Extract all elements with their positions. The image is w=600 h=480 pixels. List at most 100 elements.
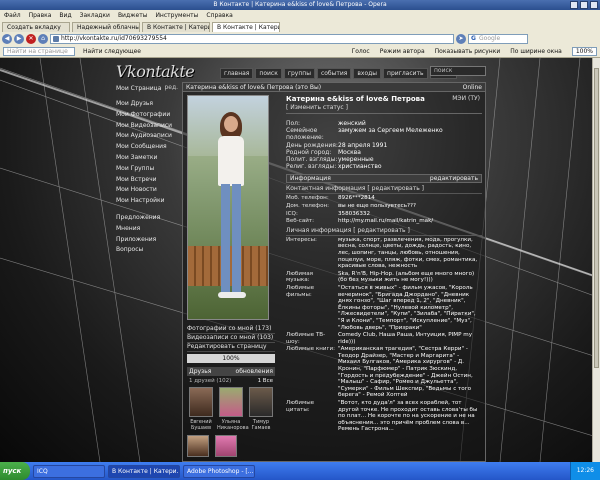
menu-events[interactable]: Мои Встречи bbox=[116, 175, 180, 186]
menu-help[interactable]: Справка bbox=[206, 12, 232, 19]
vk-logo[interactable]: Vkontakte bbox=[116, 62, 195, 81]
contact-row: Дом. телефон: вы не еще пользуетесь??? bbox=[286, 203, 482, 210]
menu-friends[interactable]: Мои Друзья bbox=[116, 99, 180, 110]
friend-avatar[interactable] bbox=[187, 435, 209, 457]
menu-photos[interactable]: Мои Фотографии bbox=[116, 110, 180, 121]
friend-avatar[interactable] bbox=[215, 435, 237, 457]
profile-photo[interactable] bbox=[187, 95, 269, 320]
website-link[interactable]: http://my.mail.ru/mail/katrin_mak/ bbox=[338, 218, 482, 225]
menu-tools[interactable]: Инструменты bbox=[155, 12, 198, 19]
menu-edit-link[interactable]: ред. bbox=[164, 84, 178, 91]
information-edit-link[interactable]: редактировать bbox=[430, 175, 478, 182]
nav-home[interactable]: главная bbox=[220, 68, 254, 79]
edit-page-link[interactable]: Редактировать страницу bbox=[187, 343, 275, 352]
maximize-button[interactable] bbox=[580, 1, 588, 9]
personal-key: Любимые ТВ-шоу: bbox=[286, 332, 326, 345]
menu-questions[interactable]: Вопросы bbox=[116, 245, 180, 256]
photos-with-me-link[interactable]: Фотографии со мной (173) bbox=[187, 325, 275, 334]
find-next-button[interactable]: Найти следующее bbox=[83, 48, 141, 55]
friend-name[interactable]: Ульяна Никанорова bbox=[217, 419, 249, 431]
menu-news[interactable]: Мои Новости bbox=[116, 185, 180, 196]
minimize-button[interactable] bbox=[570, 1, 578, 9]
menu-file[interactable]: Файл bbox=[4, 12, 21, 19]
close-button[interactable] bbox=[590, 1, 598, 9]
menu-my-page[interactable]: Мои Страница ред. bbox=[116, 84, 180, 93]
menu-edit[interactable]: Правка bbox=[29, 12, 52, 19]
info-row: Родной город: Москва bbox=[286, 149, 482, 156]
personal-value[interactable]: музыка, спорт, развлечения, мода, прогул… bbox=[338, 237, 482, 270]
task-icq[interactable]: ICQ bbox=[33, 464, 105, 478]
menu-videos[interactable]: Мои Видеозаписи bbox=[116, 121, 180, 132]
friend-avatar[interactable] bbox=[189, 387, 213, 417]
personal-value[interactable]: "Американская трагедия", "Сестра Керри" … bbox=[338, 346, 482, 399]
menu-settings[interactable]: Мои Настройки bbox=[116, 196, 180, 207]
menu-notes[interactable]: Мои Заметки bbox=[116, 153, 180, 164]
personal-value[interactable]: Ska, R'n'B, Hip-Hop. (альбом еще много м… bbox=[338, 271, 482, 284]
start-button[interactable]: пуск bbox=[0, 462, 30, 480]
videos-with-me-link[interactable]: Видеозаписи со мной (103) bbox=[187, 334, 275, 343]
friend-card[interactable]: Ульяна Никанорова bbox=[217, 387, 249, 431]
nav-search[interactable]: поиск bbox=[255, 68, 282, 79]
tab-cloud[interactable]: Надежный облачный... bbox=[72, 22, 140, 32]
menu-apps[interactable]: Приложения bbox=[116, 235, 180, 246]
vk-search-input[interactable]: поиск bbox=[430, 66, 486, 76]
friends-updates-link[interactable]: обновления bbox=[236, 367, 273, 376]
zoom-select[interactable]: 100% bbox=[571, 47, 597, 56]
info-value[interactable]: Москва bbox=[338, 149, 482, 156]
tab-new[interactable]: Создать вкладку bbox=[2, 22, 70, 32]
change-status-link[interactable]: [ Изменить статус ] bbox=[286, 104, 482, 114]
stop-button[interactable]: ✕ bbox=[26, 34, 36, 44]
url-input[interactable]: http://vkontakte.ru/id70693279554 bbox=[50, 34, 454, 44]
forward-button[interactable]: ▶ bbox=[14, 34, 24, 44]
friend-name[interactable]: Евгений Бушаев bbox=[190, 419, 212, 431]
info-value[interactable]: 28 апреля 1991 bbox=[338, 142, 482, 149]
scrollbar-thumb[interactable] bbox=[594, 68, 599, 368]
search-input[interactable]: Google bbox=[468, 34, 528, 44]
find-in-page-input[interactable]: Найти на странице bbox=[3, 47, 75, 56]
info-value[interactable]: замужем за Сергеем Мележенко bbox=[338, 127, 482, 141]
nav-invite[interactable]: пригласить bbox=[383, 68, 428, 79]
info-row: Пол: женский bbox=[286, 120, 482, 127]
friend-card[interactable]: Евгений Бушаев bbox=[187, 387, 215, 431]
nav-events[interactable]: события bbox=[316, 68, 352, 79]
info-value[interactable]: христианство bbox=[338, 163, 482, 170]
tab-vk-1[interactable]: В Контакте | Катерина... bbox=[142, 22, 210, 32]
menu-view[interactable]: Вид bbox=[59, 12, 71, 19]
task-photoshop[interactable]: Adobe Photoshop - [... bbox=[183, 464, 255, 478]
friend-avatar[interactable] bbox=[219, 387, 243, 417]
nav-entries[interactable]: входы bbox=[353, 68, 382, 79]
personal-value[interactable]: "Остаться в живых" - фильм ужасов, "Коро… bbox=[338, 285, 482, 331]
friend-name[interactable]: Тимур Гамаев bbox=[252, 419, 271, 431]
home-button[interactable]: ⌂ bbox=[38, 34, 48, 44]
task-opera[interactable]: В Контакте | Катери... bbox=[108, 464, 180, 478]
menu-groups[interactable]: Мои Группы bbox=[116, 164, 180, 175]
fit-width-button[interactable]: По ширине окна bbox=[510, 48, 562, 55]
menu-offers[interactable]: Предложения bbox=[116, 213, 180, 224]
back-button[interactable]: ◀ bbox=[2, 34, 12, 44]
personal-edit-link[interactable]: [ редактировать ] bbox=[353, 227, 410, 234]
contact-edit-link[interactable]: [ редактировать ] bbox=[367, 185, 424, 192]
menu-widgets[interactable]: Виджеты bbox=[118, 12, 148, 19]
show-images-button[interactable]: Показывать рисунки bbox=[435, 48, 501, 55]
menu-audio[interactable]: Мои Аудиозаписи bbox=[116, 131, 180, 142]
page-viewport: Vkontakte главная поиск группы события в… bbox=[0, 58, 600, 462]
tab-vk-2[interactable]: В Контакте | Катерина e... bbox=[212, 22, 280, 32]
personal-value[interactable]: "Вотот, кто дуда'л" за всех кораблей, то… bbox=[338, 400, 482, 433]
nav-groups[interactable]: группы bbox=[283, 68, 315, 79]
personal-value[interactable]: Comedy Club, Наша Раша, Интуиция, PIMP m… bbox=[338, 332, 482, 345]
friends-subheader: 1 друзей (102) 1 Все bbox=[187, 377, 275, 385]
author-mode-button[interactable]: Режим автора bbox=[380, 48, 425, 55]
friend-card[interactable]: Тимур Гамаев bbox=[247, 387, 275, 431]
menu-opinions[interactable]: Мнения bbox=[116, 224, 180, 235]
profile-school[interactable]: МЭИ (ТУ) bbox=[452, 95, 480, 102]
menu-bookmarks[interactable]: Закладки bbox=[80, 12, 110, 19]
menu-messages[interactable]: Мои Сообщения bbox=[116, 142, 180, 153]
go-button[interactable]: ➤ bbox=[456, 34, 466, 44]
page-scrollbar[interactable] bbox=[592, 58, 600, 462]
system-tray-clock[interactable]: 12:26 bbox=[569, 462, 600, 480]
info-value[interactable]: умеренные bbox=[338, 156, 482, 163]
voice-button[interactable]: Голос bbox=[352, 48, 370, 55]
friend-avatar[interactable] bbox=[249, 387, 273, 417]
friends-all-link[interactable]: 1 Все bbox=[258, 377, 273, 385]
friends-title[interactable]: Друзья bbox=[189, 368, 211, 375]
